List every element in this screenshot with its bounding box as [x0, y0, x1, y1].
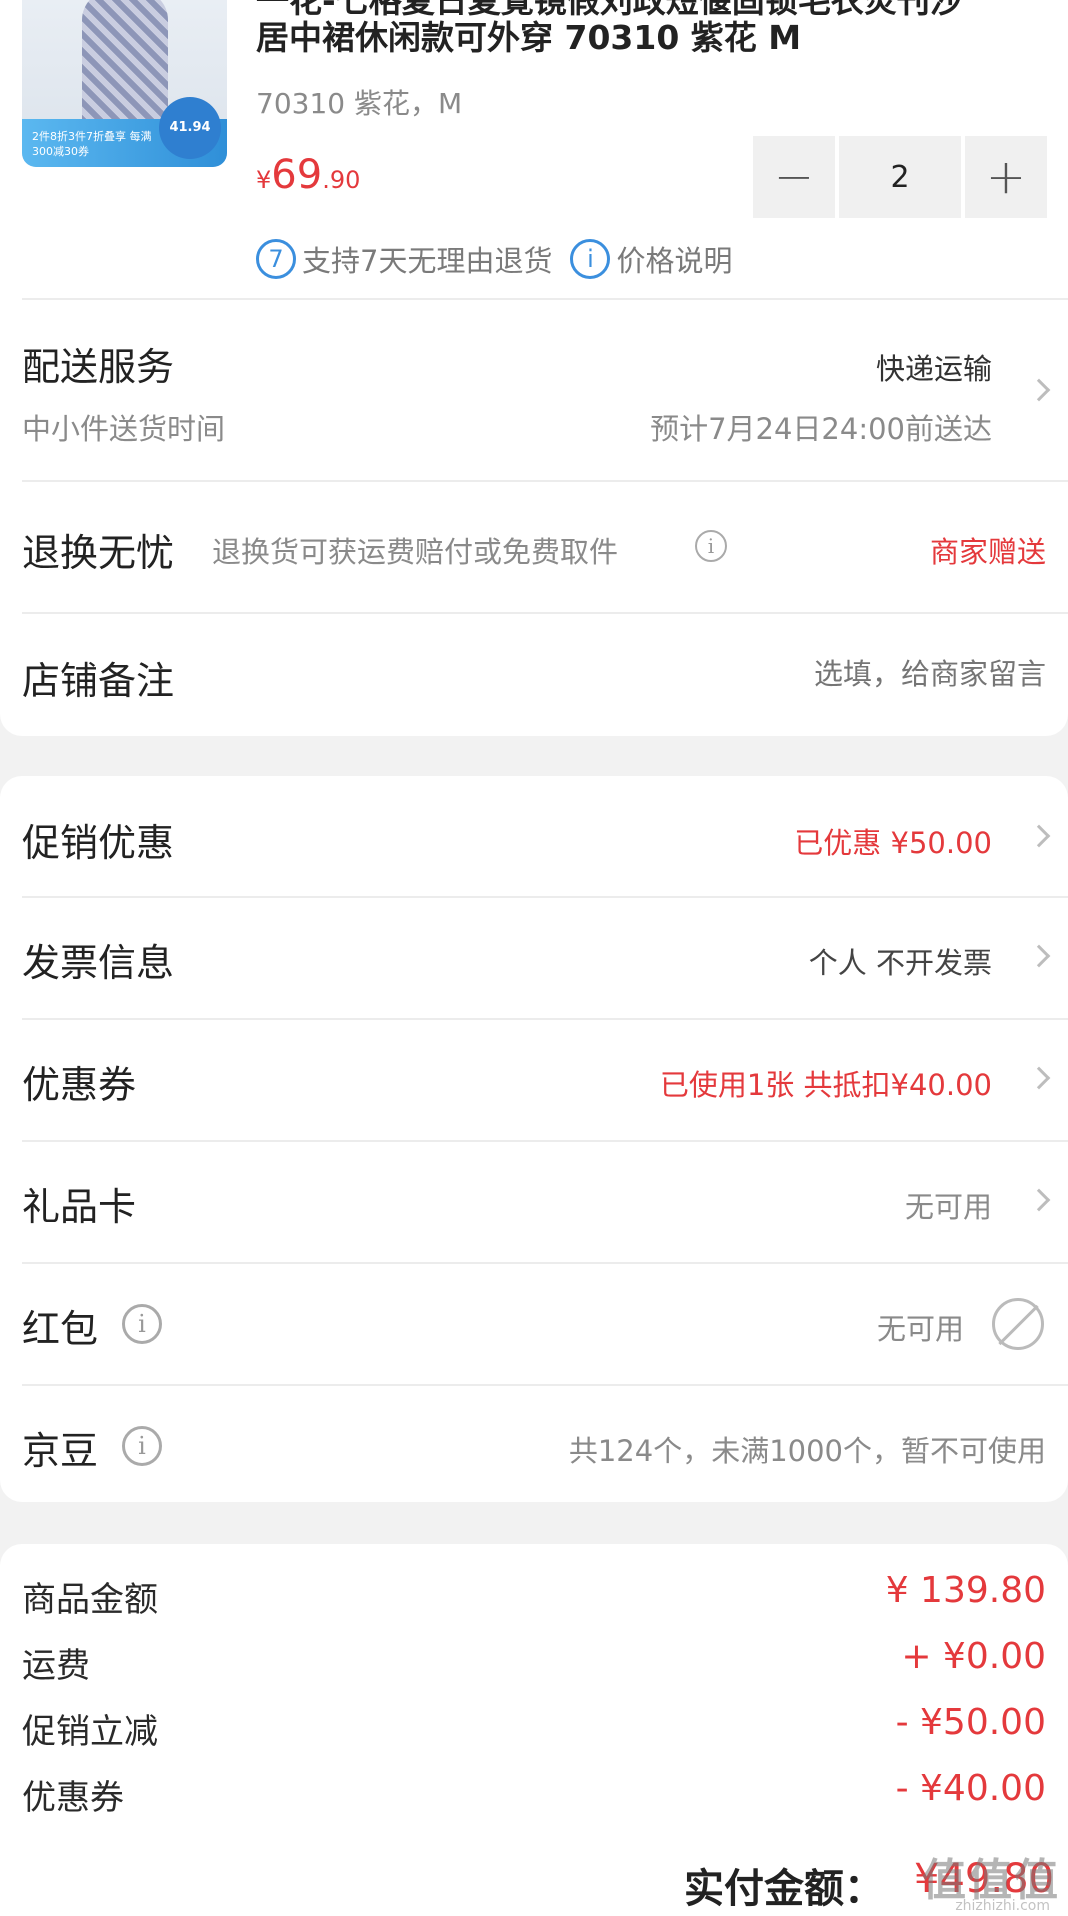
- jingdou-title: 京豆: [22, 1429, 99, 1473]
- chevron-right-icon: [1027, 944, 1051, 968]
- promotion-row[interactable]: 促销优惠 已优惠 ¥50.00: [0, 776, 1068, 896]
- chevron-right-icon: [1027, 1066, 1051, 1090]
- red-packet-title: 红包: [22, 1307, 99, 1351]
- promotion-title: 促销优惠: [22, 821, 175, 865]
- order-item-card: 2件8折3件7折叠享 每满300减30券 41.94 一花-七格夏日夏覺镜假刘政…: [0, 0, 1068, 736]
- info-icon[interactable]: i: [122, 1426, 162, 1466]
- gift-card-title: 礼品卡: [22, 1185, 137, 1229]
- return-value: 商家赠送: [929, 535, 1046, 569]
- seven-day-return-icon: 7: [256, 239, 296, 279]
- thumbnail-banner-text: 2件8折3件7折叠享 每满300减30券: [32, 130, 152, 158]
- shipping-value: + ¥0.00: [901, 1636, 1046, 1677]
- return-title: 退换无忧: [22, 531, 175, 575]
- delivery-row[interactable]: 配送服务 中小件送货时间 快递运输 预计7月24日24:00前送达: [0, 300, 1068, 480]
- coupon-title: 优惠券: [22, 1063, 137, 1107]
- price-currency: ¥: [256, 166, 272, 194]
- coupon-value: 已使用1张 共抵扣¥40.00: [659, 1068, 992, 1102]
- decrease-button[interactable]: −: [753, 136, 835, 218]
- return-row[interactable]: 退换无忧 退换货可获运费赔付或免费取件 i 商家赠送: [0, 482, 1068, 612]
- info-icon[interactable]: i: [695, 530, 727, 562]
- unavailable-icon: [992, 1298, 1044, 1350]
- quantity-input[interactable]: 2: [839, 136, 961, 218]
- total-label: 实付金额：: [684, 1866, 884, 1912]
- goods-amount-value: ¥ 139.80: [885, 1570, 1046, 1611]
- quantity-stepper: − 2 +: [753, 136, 1047, 218]
- promotion-value: 已优惠 ¥50.00: [794, 826, 992, 860]
- jingdou-value: 共124个，未满1000个，暂不可使用: [568, 1434, 1046, 1468]
- invoice-title: 发票信息: [22, 941, 175, 985]
- shop-remark-input[interactable]: [546, 646, 1046, 702]
- promo-discount-label: 促销立减: [22, 1712, 158, 1752]
- promo-discount-value: - ¥50.00: [895, 1702, 1046, 1743]
- product-price: ¥69.90: [256, 152, 360, 198]
- invoice-row[interactable]: 发票信息 个人 不开发票: [0, 898, 1068, 1018]
- price-explain-label: 价格说明: [616, 244, 733, 278]
- increase-button[interactable]: +: [965, 136, 1047, 218]
- delivery-method: 快递运输: [875, 352, 992, 386]
- product-thumbnail[interactable]: 2件8折3件7折叠享 每满300减30券 41.94: [22, 0, 227, 167]
- price-summary-card: 商品金额 ¥ 139.80 运费 + ¥0.00 促销立减 - ¥50.00 优…: [0, 1544, 1068, 1916]
- payment-options-card: 促销优惠 已优惠 ¥50.00 发票信息 个人 不开发票 优惠券 已使用1张 共…: [0, 776, 1068, 1502]
- chevron-right-icon: [1027, 378, 1051, 402]
- coupon-discount-label: 优惠券: [22, 1778, 124, 1818]
- shop-remark-row: 店铺备注: [0, 614, 1068, 736]
- invoice-value: 个人 不开发票: [808, 946, 992, 980]
- goods-amount-label: 商品金额: [22, 1580, 158, 1620]
- product-title-line2: 居中裙休闲款可外穿 70310 紫花 M: [256, 18, 802, 57]
- price-integer: 69: [271, 152, 323, 198]
- gift-card-value: 无可用: [904, 1190, 992, 1224]
- delivery-title: 配送服务: [22, 345, 175, 389]
- info-icon[interactable]: i: [122, 1304, 162, 1344]
- delivery-subtitle: 中小件送货时间: [22, 412, 226, 446]
- thumbnail-price-tag: 41.94: [159, 97, 221, 159]
- coupon-discount-value: - ¥40.00: [895, 1768, 1046, 1809]
- price-explain-link[interactable]: i 价格说明: [570, 238, 732, 280]
- service-badges: 7 支持7天无理由退货 i 价格说明: [256, 238, 732, 280]
- chevron-right-icon: [1027, 824, 1051, 848]
- red-packet-row: 红包 i 无可用: [0, 1264, 1068, 1384]
- delivery-eta: 预计7月24日24:00前送达: [650, 412, 992, 446]
- watermark-url: zhizhizhi.com: [955, 1898, 1050, 1914]
- return-description: 退换货可获运费赔付或免费取件: [212, 535, 619, 569]
- info-icon: i: [570, 239, 611, 279]
- jingdou-row: 京豆 i 共124个，未满1000个，暂不可使用: [0, 1386, 1068, 1502]
- shipping-label: 运费: [22, 1646, 90, 1686]
- shop-remark-title: 店铺备注: [22, 659, 175, 703]
- gift-card-row[interactable]: 礼品卡 无可用: [0, 1142, 1068, 1262]
- product-spec: 70310 紫花，M: [256, 87, 463, 120]
- chevron-right-icon: [1027, 1188, 1051, 1212]
- seven-day-return-label: 支持7天无理由退货: [302, 244, 553, 278]
- coupon-row[interactable]: 优惠券 已使用1张 共抵扣¥40.00: [0, 1020, 1068, 1140]
- red-packet-value: 无可用: [876, 1312, 964, 1346]
- price-decimal: .90: [322, 166, 361, 194]
